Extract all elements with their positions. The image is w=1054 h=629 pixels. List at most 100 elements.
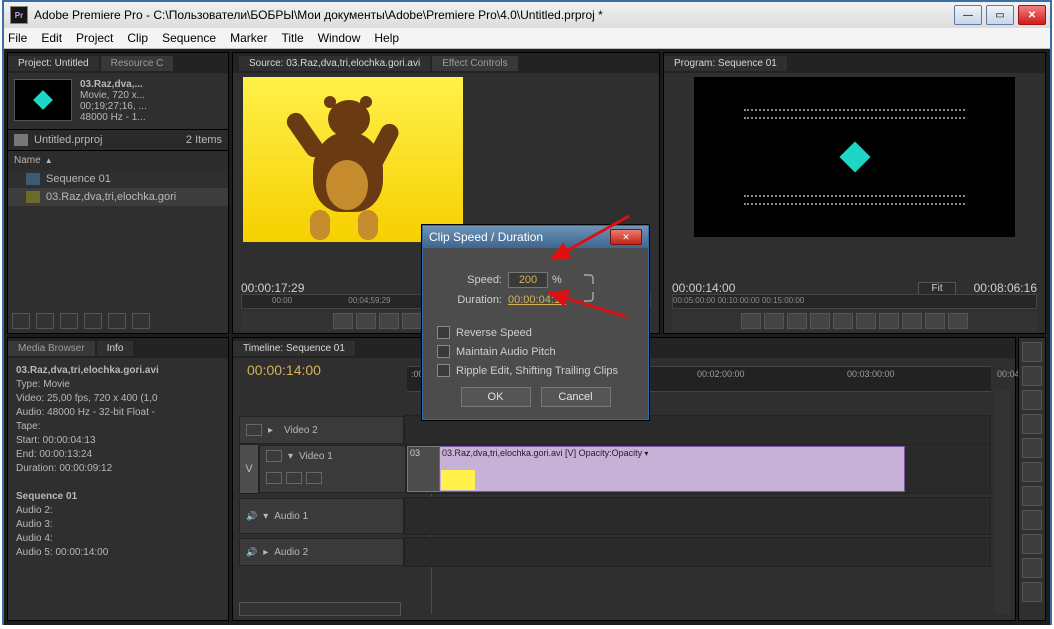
tab-program[interactable]: Program: Sequence 01 (664, 56, 787, 71)
ripple-checkbox[interactable] (437, 364, 450, 377)
track-video1[interactable]: 03 03.Raz,dva,tri,elochka.gori.avi [V] O… (406, 444, 991, 494)
menu-file[interactable]: File (8, 31, 27, 45)
menu-sequence[interactable]: Sequence (162, 31, 216, 45)
maximize-button[interactable]: ▭ (986, 5, 1014, 25)
mark-out-button[interactable] (356, 313, 376, 329)
tab-effect-controls[interactable]: Effect Controls (432, 56, 517, 71)
bin-item-sequence[interactable]: Sequence 01 (8, 170, 228, 188)
close-button[interactable]: ✕ (1018, 5, 1046, 25)
info-end: End: 00:00:13:24 (16, 449, 92, 460)
pen-tool[interactable] (1022, 534, 1042, 554)
column-name[interactable]: Name▲ (8, 151, 228, 170)
reverse-label: Reverse Speed (456, 327, 532, 339)
tool-find[interactable] (60, 313, 78, 329)
step-fwd-button[interactable] (856, 313, 876, 329)
program-transport (672, 311, 1037, 331)
eye-icon[interactable] (266, 450, 282, 462)
tab-info[interactable]: Info (97, 341, 134, 356)
track-video1-header[interactable]: ▾Video 1 (259, 445, 406, 493)
tool-palette (1018, 337, 1046, 621)
tool-icon-view[interactable] (36, 313, 54, 329)
clip-timecode: 00;19;27;16, ... (80, 101, 147, 112)
selection-tool[interactable] (1022, 342, 1042, 362)
track-audio2[interactable] (404, 537, 991, 567)
menu-marker[interactable]: Marker (230, 31, 267, 45)
lift-button[interactable] (925, 313, 945, 329)
play-button[interactable] (833, 313, 853, 329)
sequence-icon (26, 173, 40, 185)
menu-clip[interactable]: Clip (127, 31, 148, 45)
extract-button[interactable] (948, 313, 968, 329)
zoom-fit-select[interactable]: Fit (918, 282, 955, 295)
slide-tool[interactable] (1022, 510, 1042, 530)
clip-icon (26, 191, 40, 203)
info-file: 03.Raz,dva,tri,elochka.gori.avi (16, 365, 159, 376)
program-viewport[interactable] (694, 77, 1015, 237)
slip-tool[interactable] (1022, 486, 1042, 506)
reverse-checkbox[interactable] (437, 326, 450, 339)
hand-tool[interactable] (1022, 558, 1042, 578)
eye-icon[interactable] (246, 424, 262, 436)
clip-name: 03.Raz,dva,... (80, 79, 143, 90)
tool-list-view[interactable] (12, 313, 30, 329)
menu-window[interactable]: Window (318, 31, 361, 45)
goto-out-button[interactable] (879, 313, 899, 329)
goto-in-button[interactable] (787, 313, 807, 329)
step-back-button[interactable] (402, 313, 422, 329)
source-timecode: 00:00:17:29 (241, 281, 304, 295)
track-audio1[interactable] (404, 497, 991, 535)
clip-thumb[interactable]: 03 (407, 446, 443, 492)
tool-new-item[interactable] (108, 313, 126, 329)
tab-project[interactable]: Project: Untitled (8, 56, 99, 71)
bin-item-clip[interactable]: 03.Raz,dva,tri,elochka.gori (8, 188, 228, 206)
razor-tool[interactable] (1022, 462, 1042, 482)
info-type: Type: Movie (16, 379, 70, 390)
zoom-tool[interactable] (1022, 582, 1042, 602)
tab-resource[interactable]: Resource C (101, 56, 174, 71)
timeline-zoom[interactable] (239, 602, 401, 616)
video-patch[interactable]: V (239, 444, 259, 494)
minimize-button[interactable]: — (954, 5, 982, 25)
rolling-tool[interactable] (1022, 414, 1042, 434)
timeline-vscroll[interactable] (995, 390, 1011, 614)
program-timecode-left: 00:00:14:00 (672, 281, 735, 295)
info-video: Video: 25,00 fps, 720 x 400 (1,0 (16, 393, 158, 404)
track-select-tool[interactable] (1022, 366, 1042, 386)
menu-title[interactable]: Title (281, 31, 303, 45)
annotation-arrow (544, 211, 634, 274)
tab-source[interactable]: Source: 03.Raz,dva,tri,elochka.gori.avi (239, 56, 430, 71)
loop-button[interactable] (902, 313, 922, 329)
goto-in-button[interactable] (379, 313, 399, 329)
info-a4: Audio 4: (16, 533, 53, 544)
ok-button[interactable]: OK (461, 387, 531, 407)
item-count: 2 Items (186, 134, 222, 146)
cancel-button[interactable]: Cancel (541, 387, 611, 407)
track-video2-header[interactable]: ▸Video 2 (239, 416, 404, 444)
bear-illustration (288, 92, 408, 232)
duration-label: Duration: (437, 294, 502, 306)
mark-in-button[interactable] (741, 313, 761, 329)
menu-help[interactable]: Help (374, 31, 399, 45)
ripple-tool[interactable] (1022, 390, 1042, 410)
program-ruler[interactable]: 00:05:00:00 00:10:00:00 00:15:00:00 (672, 294, 1037, 309)
clip-audio: 48000 Hz - 1... (80, 112, 146, 123)
menu-edit[interactable]: Edit (41, 31, 62, 45)
timeline-timecode[interactable]: 00:00:14:00 (247, 362, 321, 378)
tool-delete[interactable] (132, 313, 150, 329)
track-audio2-header[interactable]: 🔊▸Audio 2 (239, 538, 404, 566)
info-a5: Audio 5: 00:00:14:00 (16, 547, 108, 558)
rate-stretch-tool[interactable] (1022, 438, 1042, 458)
timeline-clip[interactable]: 03.Raz,dva,tri,elochka.gori.avi [V] Opac… (439, 446, 905, 492)
track-audio1-header[interactable]: 🔊▾Audio 1 (239, 498, 404, 534)
menu-project[interactable]: Project (76, 31, 113, 45)
tab-timeline[interactable]: Timeline: Sequence 01 (233, 341, 355, 356)
source-viewport[interactable] (243, 77, 463, 242)
mark-in-button[interactable] (333, 313, 353, 329)
pitch-checkbox[interactable] (437, 345, 450, 358)
step-back-button[interactable] (810, 313, 830, 329)
tool-new-bin[interactable] (84, 313, 102, 329)
project-thumbnail (14, 79, 72, 121)
mark-out-button[interactable] (764, 313, 784, 329)
info-audio: Audio: 48000 Hz - 32-bit Float - (16, 407, 155, 418)
tab-media-browser[interactable]: Media Browser (8, 341, 95, 356)
